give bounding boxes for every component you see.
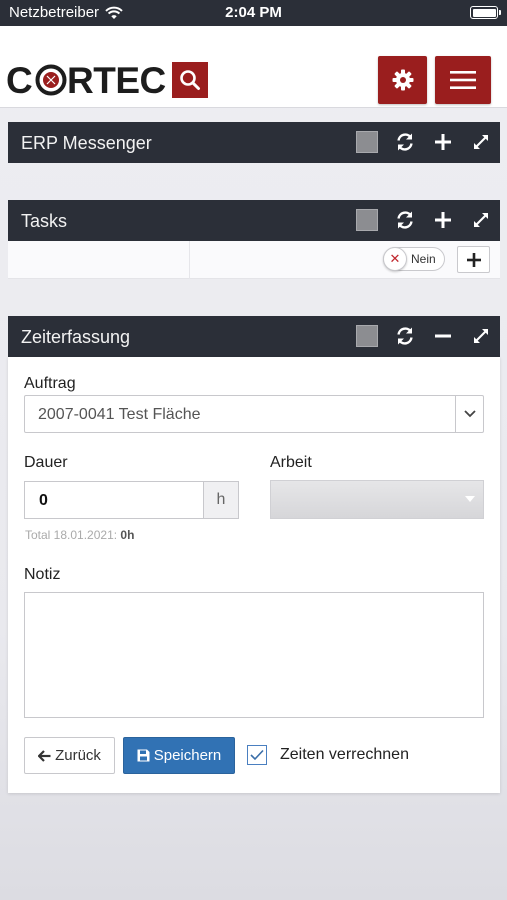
plus-icon [435,212,451,228]
add-button[interactable] [432,131,454,153]
dauer-unit: h [203,481,239,519]
total-value: 0h [120,528,135,542]
refresh-button[interactable] [394,209,416,231]
panel-title: Tasks [21,211,68,231]
dauer-value: 0 [39,492,48,509]
notiz-label: Notiz [24,566,61,583]
refresh-icon [397,327,413,345]
auftrag-value: 2007-0041 Test Fläche [38,406,201,423]
zeiterfassung-form: Auftrag 2007-0041 Test Fläche Dauer 0 h … [8,357,500,793]
add-button[interactable] [432,209,454,231]
refresh-icon [397,133,413,151]
svg-text:RTEC: RTEC [67,60,166,100]
tasks-filter-row: ✕ Nein [8,241,500,279]
add-task-button[interactable] [457,246,490,273]
panel-title: ERP Messenger [21,133,152,153]
arrow-left-icon [38,749,51,762]
svg-text:C: C [6,60,32,100]
toggle-label: Nein [411,252,436,266]
verrechnen-label: Zeiten verrechnen [280,746,409,763]
select-checkbox[interactable] [356,131,378,153]
tasks-filter-cell [8,241,190,279]
back-label: Zurück [55,747,101,764]
refresh-icon [397,211,413,229]
auftrag-label: Auftrag [24,375,76,392]
status-bar: Netzbetreiber 2:04 PM [0,0,507,26]
caret-down-icon [465,496,475,502]
expand-button[interactable] [470,325,492,347]
plus-icon [435,134,451,150]
arbeit-select[interactable] [270,480,484,519]
menu-icon [450,71,476,89]
select-checkbox[interactable] [356,325,378,347]
refresh-button[interactable] [394,325,416,347]
search-icon [180,70,200,90]
expand-button[interactable] [470,131,492,153]
search-button[interactable] [172,62,208,98]
plus-icon [466,252,481,267]
expand-icon [474,135,488,149]
total-summary: Total 18.01.2021: 0h [25,528,134,542]
notiz-textarea[interactable] [24,592,484,718]
expand-icon [474,329,488,343]
zeiterfassung-header: Zeiterfassung [8,316,500,357]
back-button[interactable]: Zurück [24,737,115,774]
chevron-down-icon [455,396,483,432]
tasks-toggle[interactable]: ✕ Nein [383,247,445,271]
menu-button[interactable] [435,56,491,104]
erp-messenger-header: ERP Messenger [8,122,500,163]
select-checkbox[interactable] [356,209,378,231]
panel-title: Zeiterfassung [21,327,131,347]
tasks-header: Tasks [8,200,500,241]
logo[interactable]: C RTEC [6,60,208,100]
minus-icon [435,334,451,338]
checkmark-icon [250,749,264,761]
refresh-button[interactable] [394,131,416,153]
clock: 2:04 PM [225,4,282,21]
save-button[interactable]: Speichern [123,737,235,774]
cortec-logo: C RTEC [6,60,166,100]
save-icon [137,749,150,762]
gear-icon [392,69,413,91]
app-header: C RTEC [0,26,507,108]
close-icon: ✕ [383,247,407,271]
dauer-label: Dauer [24,454,68,471]
arbeit-label: Arbeit [270,454,312,471]
collapse-button[interactable] [432,325,454,347]
total-prefix: Total 18.01.2021: [25,528,118,542]
save-label: Speichern [153,747,222,764]
expand-button[interactable] [470,209,492,231]
settings-button[interactable] [378,56,427,104]
verrechnen-checkbox[interactable] [247,745,267,765]
auftrag-select[interactable]: 2007-0041 Test Fläche [24,395,484,433]
dauer-input[interactable]: 0 [24,481,203,519]
expand-icon [474,213,488,227]
battery-icon [470,6,501,19]
